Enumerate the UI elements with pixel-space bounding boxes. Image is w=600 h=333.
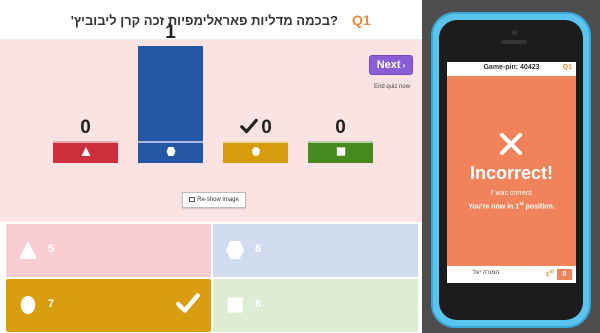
result-bar-base [308, 141, 373, 163]
result-count: 0 [335, 117, 346, 138]
result-count: 0 [223, 117, 288, 140]
result-bar-base [138, 141, 203, 163]
player-name: המורה יעל [473, 270, 500, 276]
answer-hexagon[interactable]: 6 [213, 224, 418, 277]
result-count: 1 [165, 22, 176, 43]
results-stage: Next › End quiz now 0 1 0 0 Re-show image [0, 22, 422, 222]
result-bar-base [53, 141, 118, 163]
answer-grid: 5 6 7 8 [0, 222, 422, 333]
circle-icon [18, 295, 38, 320]
speaker-icon [501, 40, 527, 44]
result-bar-circle: 0 [223, 117, 288, 163]
result-bar-base [223, 141, 288, 163]
question-number: Q1 [352, 12, 371, 28]
result-bar-hexagon: 1 [138, 22, 203, 163]
chevron-right-icon: › [402, 61, 406, 70]
hexagon-icon [165, 144, 176, 162]
player-score: 0 [557, 269, 572, 280]
next-button-label: Next [376, 59, 401, 71]
image-icon [189, 197, 196, 202]
player-screen: Game-pin: 40423 Q1 Incorrect! 7 was corr… [447, 62, 576, 283]
answer-label: 5 [48, 243, 55, 255]
position-prefix: You're now in [468, 203, 514, 211]
question-text: ?בכמה מדליות פאראלימפיות זכה קרן ליבוביץ… [70, 13, 338, 28]
question-bar: ?בכמה מדליות פאראלימפיות זכה קרן ליבוביץ… [0, 0, 422, 40]
circle-icon [250, 144, 261, 162]
checkmark-icon [239, 118, 259, 140]
result-bar-square: 0 [308, 117, 373, 163]
hexagon-icon [225, 240, 245, 265]
answer-label: 6 [255, 243, 262, 255]
square-icon [225, 295, 245, 320]
camera-icon [512, 30, 517, 35]
end-quiz-link[interactable]: End quiz now [374, 84, 410, 90]
reshow-image-button[interactable]: Re-show image [182, 192, 246, 208]
reshow-image-label: Re-show image [197, 197, 239, 203]
answer-label: 8 [255, 298, 262, 310]
next-button[interactable]: Next › [369, 55, 413, 75]
answer-triangle[interactable]: 5 [6, 224, 211, 277]
position-end: position. [525, 203, 555, 211]
square-icon [335, 144, 346, 162]
player-question-number: Q1 [562, 64, 572, 71]
game-pin: Game-pin: 40423 [483, 64, 540, 71]
checkmark-icon [175, 292, 201, 319]
triangle-icon [18, 240, 38, 265]
correct-answer-text: 7 was correct. [489, 190, 534, 197]
result-bar-triangle: 0 [53, 117, 118, 163]
position-suffix: st [519, 201, 524, 207]
close-icon [500, 133, 522, 155]
player-rank-suffix: st [549, 269, 554, 275]
player-rank: 1st [546, 269, 554, 278]
triangle-icon [80, 144, 91, 162]
result-count: 0 [80, 117, 91, 138]
answer-label: 7 [48, 298, 55, 310]
position-text: You're now in 1st position. [447, 201, 576, 210]
result-title: Incorrect! [469, 163, 554, 183]
answer-square[interactable]: 8 [213, 279, 418, 332]
game-pin-bar: Game-pin: 40423 Q1 [447, 62, 576, 76]
host-screen: ?בכמה מדליות פאראלימפיות זכה קרן ליבוביץ… [0, 0, 422, 333]
answer-circle[interactable]: 7 [6, 279, 211, 332]
player-footer: המורה יעל 1st 0 [447, 266, 576, 283]
